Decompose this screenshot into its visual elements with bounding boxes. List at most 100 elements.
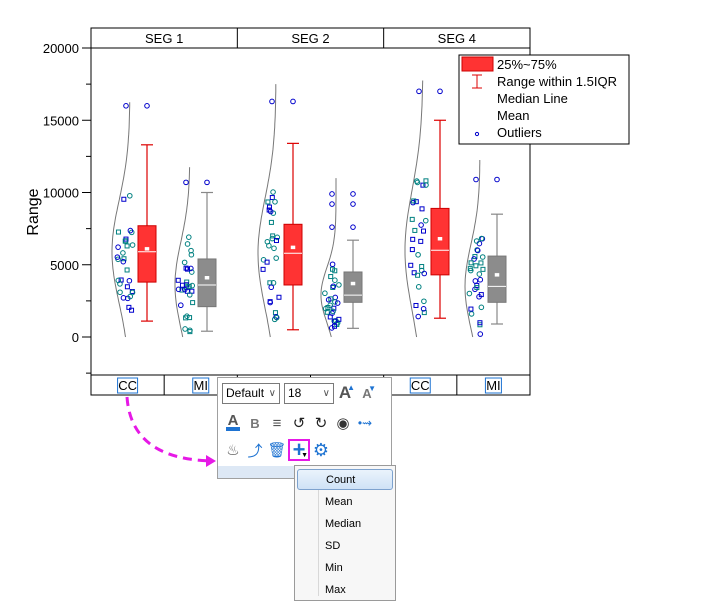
menu-item-mean[interactable]: Mean (297, 491, 393, 512)
iqr-box (283, 223, 303, 286)
panel-header-label: SEG 2 (291, 31, 329, 46)
mean-marker (204, 275, 210, 281)
iqr-box (197, 258, 217, 308)
increase-font-icon[interactable]: A ▲ (334, 382, 356, 404)
data-point (422, 217, 429, 224)
data-point (124, 267, 130, 273)
legend-entry-label: Mean (497, 108, 530, 123)
box-group-seg2-mi (320, 178, 363, 338)
iqr-box (343, 271, 363, 303)
data-point (120, 250, 126, 256)
outlier-point (290, 98, 296, 105)
menu-item-median[interactable]: Median (297, 513, 393, 534)
data-point (334, 300, 341, 306)
data-point (271, 245, 277, 252)
rotate-right-icon[interactable]: ↻ (310, 412, 332, 434)
y-tick-label: 15000 (43, 113, 79, 128)
y-axis-title: Range (25, 188, 42, 235)
legend-entry-label: Range within 1.5IQR (497, 74, 617, 89)
box-group-seg1-mi (174, 167, 217, 338)
outlier-point (350, 201, 356, 207)
data-point (129, 307, 135, 313)
data-point (329, 261, 336, 268)
chevron-down-icon: ∨ (322, 387, 330, 399)
data-point (409, 216, 415, 222)
fill-color-icon[interactable]: ♨ (222, 439, 244, 461)
dropdown-caret-icon: ▼ (301, 452, 308, 459)
decrease-font-icon[interactable]: A ▼ (356, 382, 378, 404)
data-point (117, 289, 123, 296)
data-point (190, 300, 196, 306)
box-group-seg4-cc (404, 80, 450, 338)
bold-icon[interactable]: B (244, 412, 266, 434)
data-point (121, 196, 127, 202)
y-tick-label: 0 (72, 330, 79, 345)
data-point (189, 282, 196, 289)
iqr-box (430, 207, 450, 276)
rotate-left-icon[interactable]: ↺ (288, 412, 310, 434)
data-point (415, 313, 422, 320)
menu-item-max[interactable]: Max (297, 579, 393, 600)
y-axis: 0 5000 10000 15000 20000 (43, 41, 91, 374)
data-point (421, 270, 428, 277)
callout-arrow (125, 396, 214, 463)
box-group-seg2-cc (257, 84, 303, 338)
settings-icon[interactable]: ⚙ (310, 439, 332, 461)
legend-swatch-iqr (461, 56, 494, 72)
data-point (423, 182, 429, 188)
menu-item-count[interactable]: Count (297, 469, 393, 490)
menu-item-min[interactable]: Min (297, 557, 393, 578)
data-point (126, 192, 133, 199)
data-point (468, 311, 475, 317)
hide-icon[interactable]: ◉ (332, 412, 354, 434)
data-point (182, 326, 188, 332)
data-point (268, 284, 275, 291)
outlier-point (204, 179, 210, 186)
add-statistic-button[interactable]: + ▼ (288, 437, 310, 462)
font-color-icon[interactable]: A (222, 412, 244, 434)
data-point (129, 242, 136, 248)
legend-entry-label: 25%~75% (497, 57, 557, 72)
data-point (124, 284, 130, 290)
data-point (124, 243, 130, 249)
data-point (408, 262, 414, 268)
panel-header-label: SEG 1 (145, 31, 183, 46)
data-point (269, 98, 275, 105)
x-category-label: CC (411, 378, 430, 393)
legend-entry-label: Outliers (497, 125, 542, 140)
panel-header-label: SEG 4 (438, 31, 476, 46)
font-size-value: 18 (288, 386, 302, 400)
data-point (476, 271, 483, 277)
legend[interactable]: 25%~75% Range within 1.5IQR Median Line Mea… (458, 54, 630, 145)
menu-item-sd[interactable]: SD (297, 535, 393, 556)
data-point (268, 219, 274, 225)
y-tick-label: 20000 (43, 41, 79, 56)
data-point (183, 179, 189, 186)
data-point (423, 178, 429, 184)
data-point (115, 244, 121, 250)
swap-axes-icon[interactable]: ⤴ (244, 439, 266, 461)
font-size-select[interactable]: 18 ∨ (284, 382, 334, 404)
data-point (329, 191, 335, 197)
box-series (111, 80, 507, 338)
data-point (477, 276, 484, 283)
data-point (472, 278, 479, 284)
legend-entry-label: Median Line (497, 91, 568, 106)
data-point (478, 260, 484, 266)
mean-marker (494, 272, 500, 278)
data-point (184, 241, 191, 247)
data-point (272, 310, 278, 316)
data-point (478, 304, 485, 311)
chevron-down-icon: ∨ (268, 387, 276, 399)
data-point (416, 88, 422, 95)
data-point (329, 201, 335, 207)
data-point (177, 302, 184, 309)
connect-icon[interactable]: •⇝ (354, 412, 376, 434)
data-point (412, 227, 418, 233)
delete-icon[interactable]: 🗑 (266, 439, 288, 461)
font-select[interactable]: Default ∨ (222, 382, 280, 404)
font-select-value: Default (226, 386, 265, 400)
data-point (480, 266, 486, 272)
wrap-text-icon[interactable]: ≡ (266, 412, 288, 434)
panel-headers: SEG 1 SEG 2 SEG 4 (145, 28, 476, 48)
